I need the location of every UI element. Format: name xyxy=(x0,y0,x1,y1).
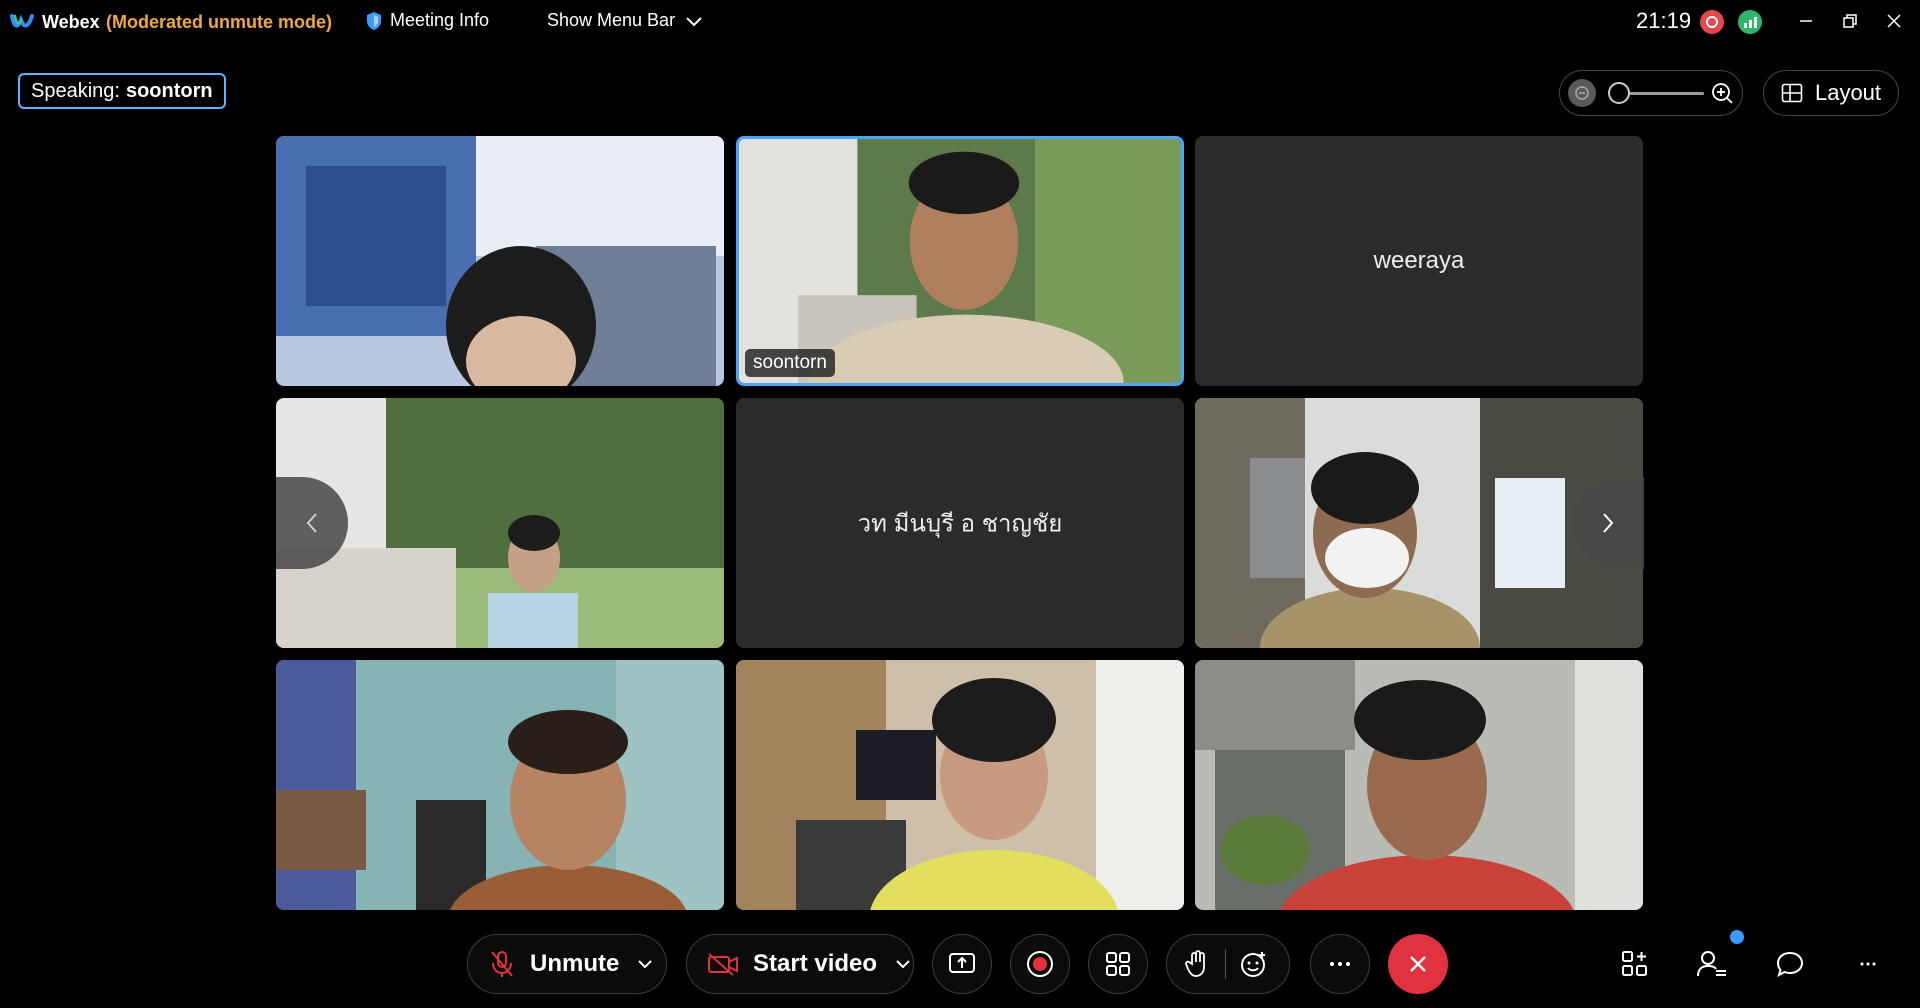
webex-logo-icon xyxy=(10,14,34,28)
raise-hand-icon[interactable] xyxy=(1185,950,1209,978)
show-menu-bar-button[interactable]: Show Menu Bar xyxy=(547,10,703,31)
meeting-info-button[interactable]: Meeting Info xyxy=(366,10,489,31)
zoom-control xyxy=(1559,70,1743,116)
more-button[interactable] xyxy=(1310,934,1370,994)
chevron-down-icon[interactable] xyxy=(637,959,653,969)
chevron-right-icon xyxy=(1603,513,1614,533)
participant-video xyxy=(739,139,1181,383)
zoom-in-icon[interactable] xyxy=(1710,81,1734,105)
participant-name: วท มีนบุรี อ ชาญชัย xyxy=(857,510,1063,538)
record-button-icon xyxy=(1027,951,1053,977)
video-off-icon xyxy=(708,953,738,976)
video-tile-no-video[interactable]: วท มีนบุรี อ ชาญชัย xyxy=(736,398,1184,648)
video-tile-no-video[interactable]: weeraya xyxy=(1195,136,1643,386)
unmute-label: Unmute xyxy=(530,950,620,977)
notification-dot xyxy=(1730,930,1744,944)
record-button[interactable] xyxy=(1010,934,1070,994)
participants-icon xyxy=(1697,951,1726,977)
start-video-button[interactable]: Start video xyxy=(686,934,914,994)
speaking-indicator: Speaking: soontorn xyxy=(18,73,226,109)
start-video-label: Start video xyxy=(753,950,878,977)
share-icon xyxy=(949,953,975,973)
signal-icon[interactable] xyxy=(1738,10,1762,34)
apps-button[interactable] xyxy=(1088,934,1148,994)
hand-reactions-group xyxy=(1166,934,1290,994)
participant-video xyxy=(276,136,724,386)
unmute-button[interactable]: Unmute xyxy=(467,934,667,994)
shield-icon xyxy=(367,11,381,30)
participant-video xyxy=(736,660,1184,910)
participant-video xyxy=(1195,660,1643,910)
overflow-menu-button[interactable] xyxy=(1848,944,1888,984)
video-tile[interactable] xyxy=(1195,660,1643,910)
add-apps-icon xyxy=(1622,951,1647,976)
restore-icon[interactable] xyxy=(1832,6,1868,36)
video-tile[interactable] xyxy=(736,660,1184,910)
chat-icon xyxy=(1776,951,1804,978)
meeting-mode: (Moderated unmute mode) xyxy=(106,12,333,32)
chat-button[interactable] xyxy=(1770,944,1810,984)
participant-video xyxy=(276,660,724,910)
close-icon[interactable] xyxy=(1876,6,1912,36)
end-call-button[interactable] xyxy=(1388,934,1448,994)
participant-name-label: soontorn xyxy=(745,349,835,377)
title-bar: Webex (Moderated unmute mode) Meeting In… xyxy=(0,0,1920,46)
apps-icon xyxy=(1106,952,1130,976)
add-apps-button[interactable] xyxy=(1615,944,1655,984)
video-tile[interactable] xyxy=(276,660,724,910)
layout-grid-icon xyxy=(1781,83,1803,103)
video-tile-active-speaker[interactable]: soontorn xyxy=(736,136,1184,386)
record-icon[interactable] xyxy=(1700,10,1724,34)
divider xyxy=(1225,949,1226,979)
chevron-down-icon[interactable] xyxy=(895,959,911,969)
layout-button[interactable]: Layout xyxy=(1763,70,1899,116)
meeting-info-label: Meeting Info xyxy=(390,10,490,30)
chevron-left-icon xyxy=(306,513,317,533)
end-call-icon xyxy=(1410,956,1426,972)
clock: 21:19 xyxy=(1636,8,1692,33)
layout-label: Layout xyxy=(1814,80,1882,105)
participants-button[interactable] xyxy=(1692,944,1732,984)
reactions-icon[interactable] xyxy=(1240,950,1268,978)
participant-name: weeraya xyxy=(1373,247,1465,274)
zoom-out-icon[interactable] xyxy=(1568,79,1596,107)
more-icon xyxy=(1330,962,1350,966)
video-tile[interactable] xyxy=(276,136,724,386)
minimize-icon[interactable] xyxy=(1788,6,1824,36)
speaking-name: soontorn xyxy=(125,79,213,102)
mic-muted-icon xyxy=(491,951,513,977)
more-icon xyxy=(1860,962,1876,966)
share-button[interactable] xyxy=(932,934,992,994)
app-name: Webex xyxy=(42,12,100,32)
show-menu-bar-label: Show Menu Bar xyxy=(547,10,676,30)
zoom-slider-thumb[interactable] xyxy=(1608,82,1630,104)
chevron-down-icon xyxy=(686,16,702,26)
speaking-prefix: Speaking: xyxy=(31,79,120,102)
